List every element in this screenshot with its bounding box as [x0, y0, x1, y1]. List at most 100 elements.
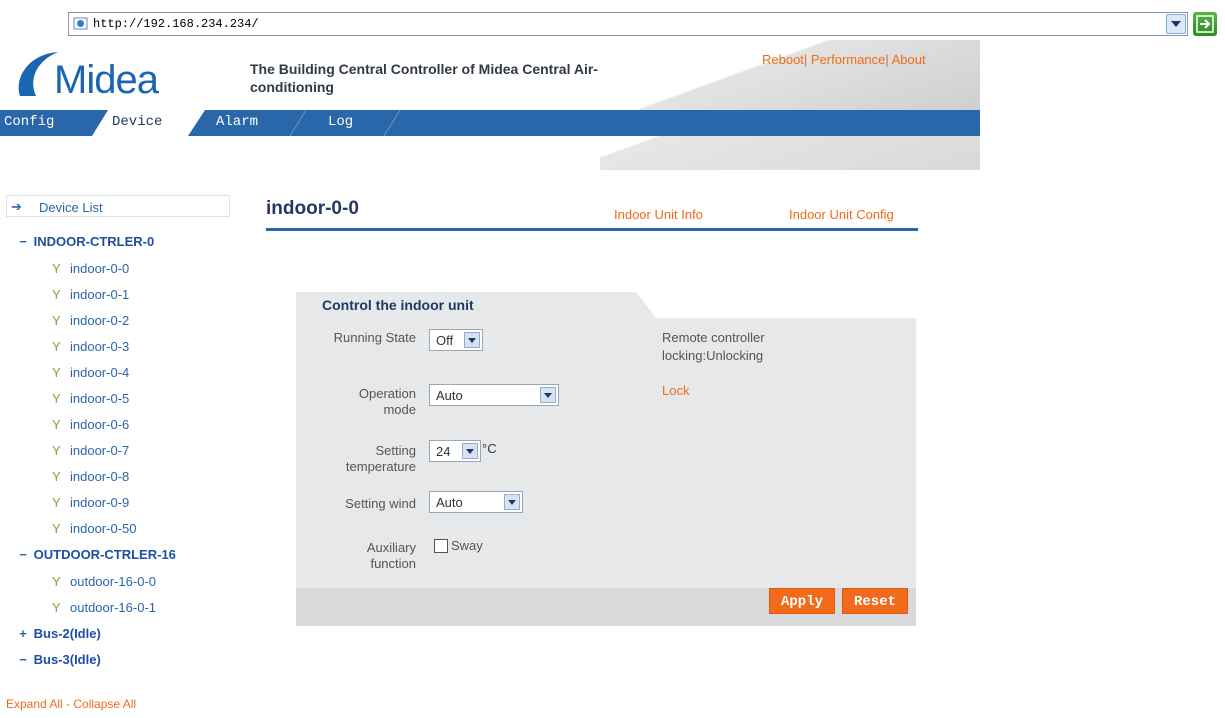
sway-checkbox[interactable] — [434, 539, 448, 553]
leaf-icon: Y — [52, 261, 61, 276]
indoor-unit-info-link[interactable]: Indoor Unit Info — [614, 207, 703, 222]
header-subbar — [600, 136, 980, 170]
collapse-icon[interactable]: − — [16, 652, 30, 667]
operation-mode-label: Operation mode — [296, 386, 416, 418]
tree-item-indoor-0-2[interactable]: Yindoor-0-2 — [52, 313, 129, 328]
running-state-select[interactable]: Off — [429, 329, 483, 351]
leaf-icon: Y — [52, 313, 61, 328]
setting-temperature-select[interactable]: 24 — [429, 440, 481, 462]
page-header: Midea The Building Central Controller of… — [0, 40, 980, 170]
arrow-right-icon — [1196, 15, 1214, 33]
leaf-icon: Y — [52, 469, 61, 484]
tree-item-label: indoor-0-8 — [70, 469, 130, 484]
tree-group-label: INDOOR-CTRLER-0 — [33, 234, 155, 249]
tree-group-label: OUTDOOR-CTRLER-16 — [33, 547, 176, 562]
tree-item-outdoor-16-0-1[interactable]: Youtdoor-16-0-1 — [52, 600, 156, 615]
control-panel-title: Control the indoor unit — [322, 297, 474, 313]
page-icon — [73, 16, 89, 32]
tree-item-label: outdoor-16-0-0 — [70, 574, 156, 589]
tree-item-indoor-0-0[interactable]: Yindoor-0-0 — [52, 261, 129, 276]
operation-mode-select[interactable]: Auto — [429, 384, 559, 406]
go-button[interactable] — [1193, 12, 1217, 36]
operation-mode-label-line-1: Operation — [358, 386, 416, 401]
logo-text: Midea — [54, 58, 159, 102]
tree-item-indoor-0-5[interactable]: Yindoor-0-5 — [52, 391, 129, 406]
chevron-down-icon — [544, 393, 552, 398]
performance-link[interactable]: Performance| — [807, 52, 889, 67]
tree-item-indoor-0-7[interactable]: Yindoor-0-7 — [52, 443, 129, 458]
operation-mode-value: Auto — [436, 388, 463, 403]
reboot-link[interactable]: Reboot| — [762, 52, 807, 67]
device-list-label: Device List — [39, 200, 103, 215]
tree-item-label: indoor-0-0 — [70, 261, 130, 276]
lock-status-line-1: Remote controller — [662, 330, 765, 345]
header-decoration — [640, 40, 980, 110]
tab-config[interactable]: Config — [4, 110, 54, 136]
setting-temperature-label-line-1: Setting — [375, 443, 416, 458]
leaf-icon: Y — [52, 417, 61, 432]
address-field[interactable]: http://192.168.234.234/ — [68, 12, 1188, 36]
tree-group-bus-3[interactable]: − Bus-3(Idle) — [16, 652, 101, 667]
collapse-icon[interactable]: − — [16, 547, 30, 562]
about-link[interactable]: About — [889, 52, 926, 67]
auxiliary-label-line-1: Auxiliary — [366, 540, 416, 555]
tree-group-indoor[interactable]: − INDOOR-CTRLER-0 — [16, 234, 154, 249]
browser-address-bar: http://192.168.234.234/ — [0, 0, 1225, 40]
running-state-dropdown-button[interactable] — [464, 332, 480, 348]
device-sidebar: ➔ Device List − INDOOR-CTRLER-0 Yindoor-… — [0, 195, 240, 718]
setting-wind-value: Auto — [436, 495, 463, 510]
indoor-unit-config-link[interactable]: Indoor Unit Config — [789, 207, 894, 222]
setting-wind-label: Setting wind — [345, 496, 416, 511]
tree-item-indoor-0-50[interactable]: Yindoor-0-50 — [52, 521, 137, 536]
setting-wind-dropdown-button[interactable] — [504, 494, 520, 510]
tab-log[interactable]: Log — [328, 110, 353, 136]
tab-alarm[interactable]: Alarm — [216, 110, 258, 136]
leaf-icon: Y — [52, 365, 61, 380]
tree-item-label: indoor-0-5 — [70, 391, 130, 406]
tree-item-indoor-0-4[interactable]: Yindoor-0-4 — [52, 365, 129, 380]
tree-item-indoor-0-3[interactable]: Yindoor-0-3 — [52, 339, 129, 354]
leaf-icon: Y — [52, 391, 61, 406]
tree-group-outdoor[interactable]: − OUTDOOR-CTRLER-16 — [16, 547, 176, 562]
running-state-label: Running State — [333, 330, 416, 345]
tab-device[interactable]: Device — [112, 110, 162, 136]
tree-item-indoor-0-9[interactable]: Yindoor-0-9 — [52, 495, 129, 510]
operation-mode-dropdown-button[interactable] — [540, 387, 556, 403]
collapse-icon[interactable]: − — [16, 234, 30, 249]
tree-item-indoor-0-6[interactable]: Yindoor-0-6 — [52, 417, 129, 432]
reset-button[interactable]: Reset — [842, 588, 908, 614]
tree-item-label: indoor-0-50 — [70, 521, 137, 536]
arrow-right-icon: ➔ — [11, 199, 22, 214]
chevron-down-icon — [466, 449, 474, 454]
remote-lock-status: Remote controller locking:Unlocking — [662, 329, 862, 365]
tree-group-bus-2[interactable]: + Bus-2(Idle) — [16, 626, 101, 641]
leaf-icon: Y — [52, 287, 61, 302]
expand-collapse-all-link[interactable]: Expand All - Collapse All — [6, 697, 136, 711]
temperature-unit: °C — [482, 441, 497, 456]
setting-wind-select[interactable]: Auto — [429, 491, 523, 513]
main-nav: Config Device Alarm Log — [0, 110, 980, 136]
chevron-down-icon — [1171, 21, 1181, 27]
address-dropdown-button[interactable] — [1166, 14, 1186, 34]
tree-item-label: indoor-0-2 — [70, 313, 130, 328]
tree-item-indoor-0-1[interactable]: Yindoor-0-1 — [52, 287, 129, 302]
tree-item-indoor-0-8[interactable]: Yindoor-0-8 — [52, 469, 129, 484]
tree-item-label: indoor-0-7 — [70, 443, 130, 458]
lock-status-line-2: locking:Unlocking — [662, 348, 764, 363]
setting-temperature-dropdown-button[interactable] — [462, 443, 478, 459]
setting-temperature-label-line-2: temperature — [345, 459, 416, 474]
apply-button[interactable]: Apply — [769, 588, 835, 614]
device-list-header[interactable]: ➔ Device List — [6, 195, 230, 217]
expand-icon[interactable]: + — [16, 626, 30, 641]
operation-mode-label-line-2: mode — [383, 402, 416, 417]
setting-temperature-value: 24 — [436, 444, 451, 459]
leaf-icon: Y — [52, 495, 61, 510]
tree-group-label: Bus-2(Idle) — [33, 626, 101, 641]
tree-item-label: indoor-0-6 — [70, 417, 130, 432]
chevron-down-icon — [468, 338, 476, 343]
tree-item-outdoor-16-0-0[interactable]: Youtdoor-16-0-0 — [52, 574, 156, 589]
control-panel-tab: Control the indoor unit — [296, 292, 656, 318]
address-url[interactable]: http://192.168.234.234/ — [93, 17, 259, 31]
auxiliary-function-label: Auxiliary function — [296, 540, 416, 572]
lock-link[interactable]: Lock — [662, 383, 689, 398]
